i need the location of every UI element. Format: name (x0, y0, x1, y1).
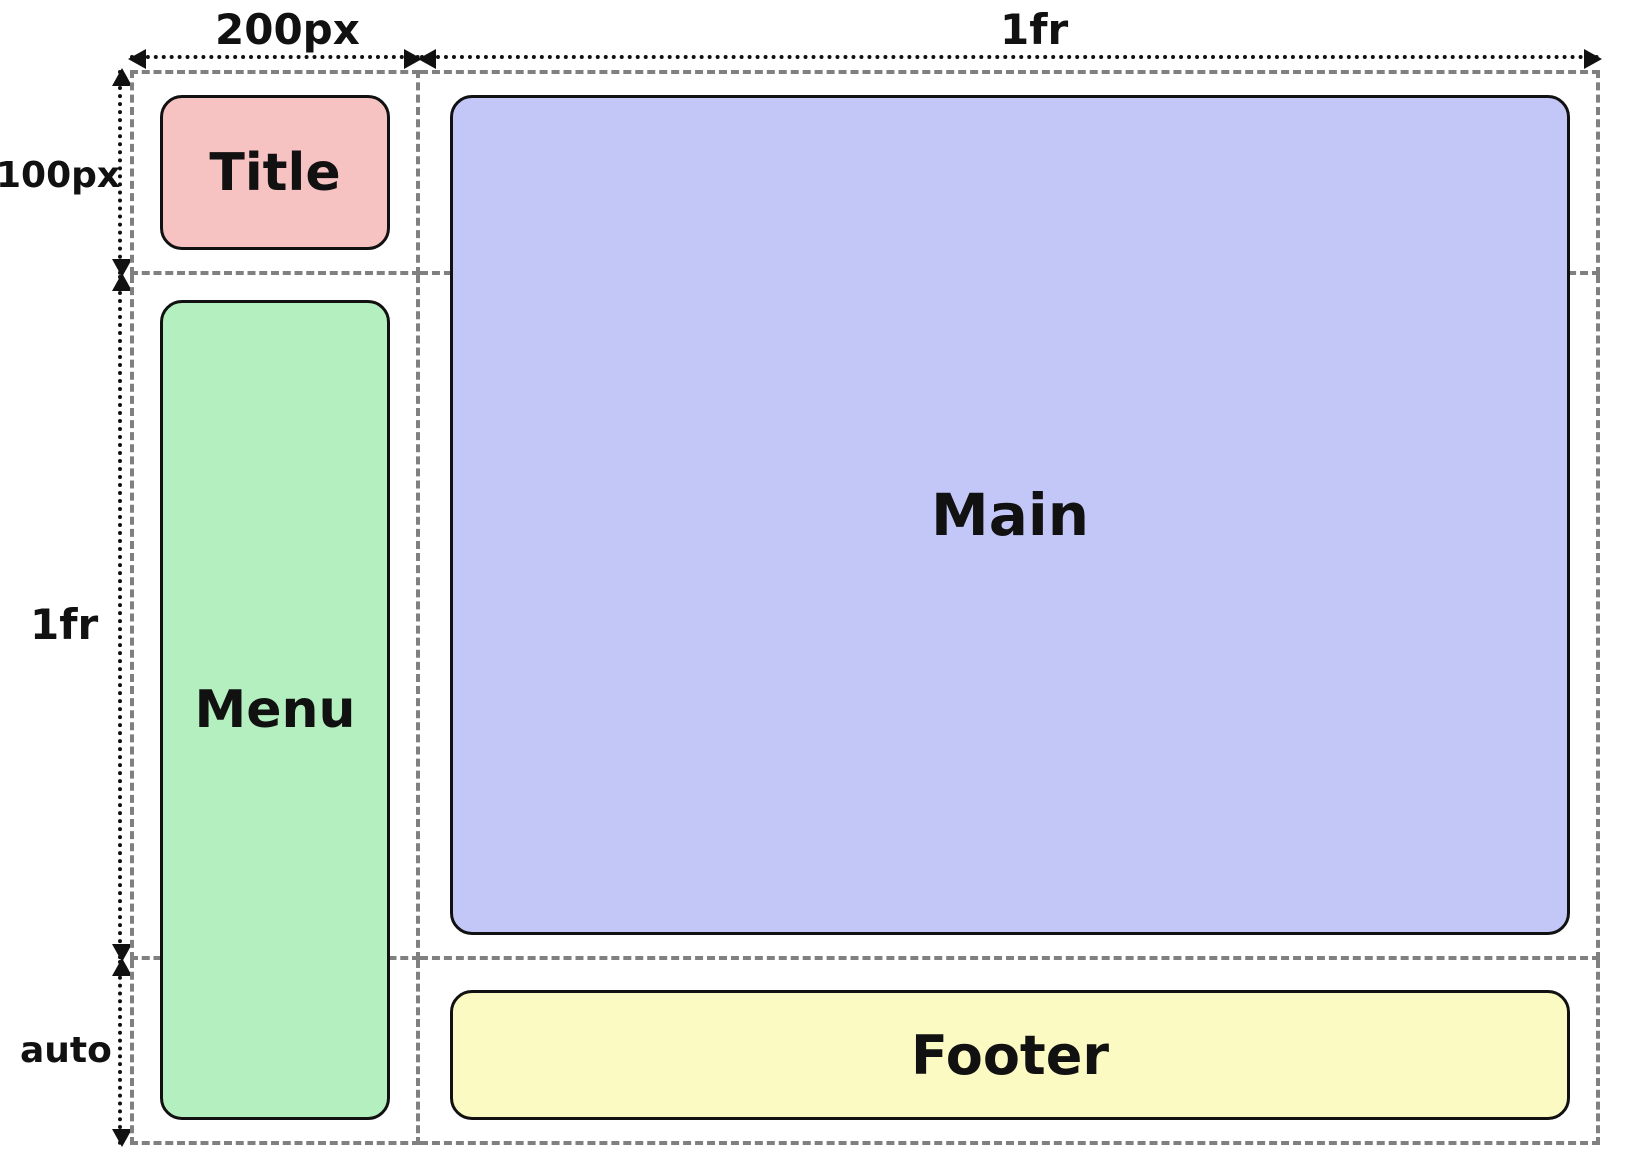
row-1-dimension-label: 100px (0, 155, 120, 196)
footer-region: Footer (450, 990, 1570, 1120)
col-2-dimension-label: 1fr (1000, 5, 1068, 54)
row-2-dimension-line (118, 275, 122, 960)
title-region-label: Title (209, 143, 340, 203)
grid-layout-diagram: 200px 1fr 100px 1fr auto Title Menu Main… (0, 0, 1630, 1169)
title-region: Title (160, 95, 390, 250)
main-region: Main (450, 95, 1570, 935)
menu-region-label: Menu (194, 680, 355, 740)
row-3-dimension-line (118, 960, 122, 1145)
row-2-dimension-label: 1fr (30, 600, 98, 649)
menu-region: Menu (160, 300, 390, 1120)
col-2-dimension-line (420, 55, 1600, 59)
footer-region-label: Footer (911, 1024, 1109, 1087)
row-3-dimension-label: auto (20, 1030, 112, 1071)
main-region-label: Main (931, 481, 1089, 549)
row-1-dimension-line (118, 70, 122, 275)
col-1-dimension-line (130, 55, 420, 59)
col-1-dimension-label: 200px (215, 5, 360, 54)
grid-area: Title Menu Main Footer (130, 70, 1600, 1145)
